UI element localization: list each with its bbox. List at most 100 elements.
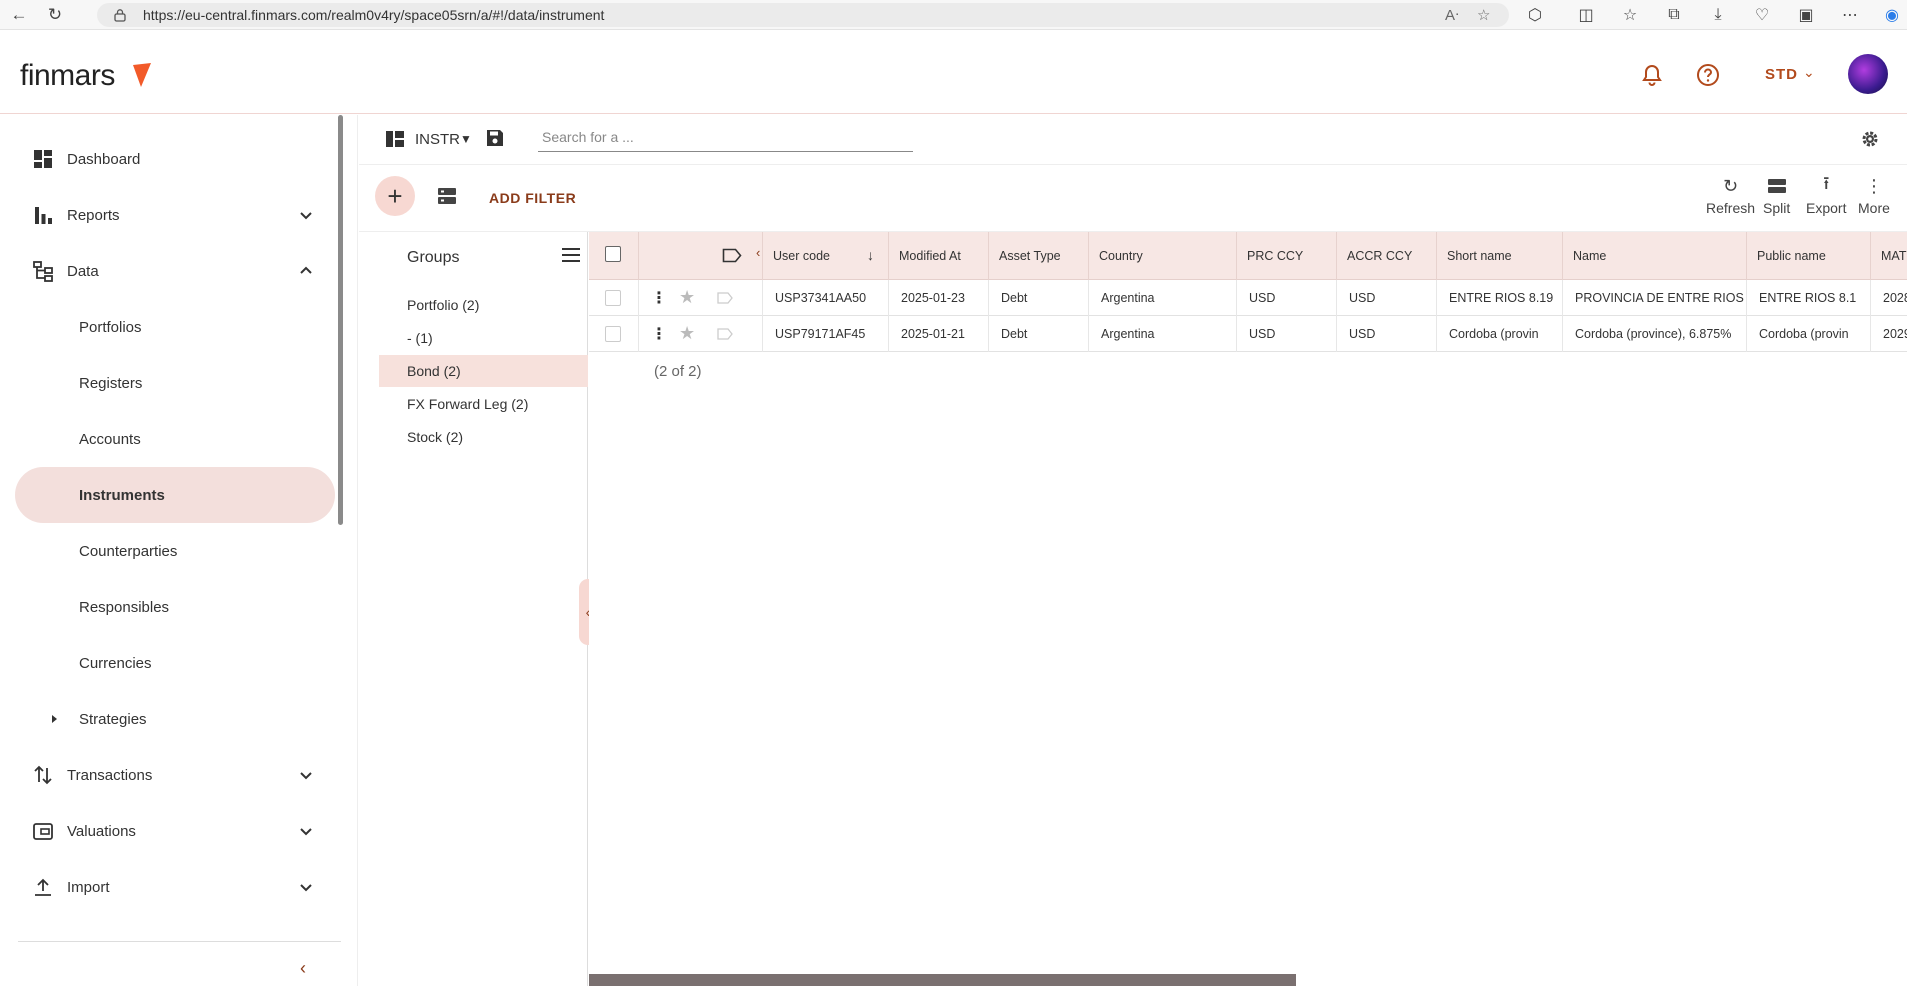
column-header-name[interactable]: Name	[1563, 232, 1747, 280]
chevron-up-icon[interactable]	[298, 263, 314, 279]
gear-icon[interactable]	[1860, 129, 1880, 149]
chevron-left-icon[interactable]: ‹	[756, 245, 760, 260]
browser-essentials-icon[interactable]: ▣	[1796, 5, 1816, 25]
group-item-none[interactable]: - (1)	[379, 322, 588, 354]
layout-icon[interactable]	[386, 131, 404, 147]
reload-icon[interactable]: ↻	[44, 4, 66, 26]
split-screen-icon[interactable]: ◫	[1576, 5, 1596, 25]
collections-icon[interactable]: ⧉	[1664, 5, 1684, 25]
column-header-mat[interactable]: MAT	[1871, 232, 1907, 280]
notifications-bell-icon[interactable]	[1639, 62, 1665, 88]
split-icon	[1767, 179, 1786, 193]
sidebar-item-strategies[interactable]: Strategies	[0, 691, 336, 747]
finmars-logo[interactable]: finmars	[20, 59, 115, 93]
group-item-stock[interactable]: Stock (2)	[379, 421, 588, 453]
column-header-country[interactable]: Country	[1089, 232, 1237, 280]
user-avatar[interactable]	[1848, 54, 1888, 94]
column-header-modified-at[interactable]: Modified At	[889, 232, 989, 280]
url-text[interactable]: https://eu-central.finmars.com/realm0v4r…	[143, 7, 604, 23]
column-header-accr-ccy[interactable]: ACCR CCY	[1337, 232, 1437, 280]
action-toolbar: + ADD FILTER ↻ Refresh Split ⭱ Export ⋮ …	[359, 166, 1907, 232]
export-button[interactable]: ⭱ Export	[1806, 173, 1846, 216]
sidebar-item-instruments[interactable]: Instruments	[15, 467, 335, 523]
workspace-selector[interactable]: STD	[1765, 66, 1798, 83]
row-checkbox[interactable]	[605, 326, 621, 342]
more-label: More	[1858, 200, 1890, 216]
column-header-asset-type[interactable]: Asset Type	[989, 232, 1089, 280]
sidebar-item-registers[interactable]: Registers	[0, 355, 336, 411]
row-checkbox[interactable]	[605, 290, 621, 306]
site-info-icon[interactable]	[113, 8, 127, 22]
sidebar-item-valuations[interactable]: Valuations	[0, 803, 336, 859]
downloads-icon[interactable]: ⤓	[1708, 5, 1728, 25]
save-icon[interactable]	[486, 129, 504, 147]
extensions-icon[interactable]: ⬡	[1525, 5, 1545, 25]
sidebar-item-label: Currencies	[79, 654, 152, 672]
sort-desc-icon[interactable]: ↓	[867, 247, 874, 263]
select-all-checkbox[interactable]	[605, 246, 621, 262]
split-button[interactable]: Split	[1763, 176, 1790, 216]
row-menu-icon[interactable]: ⋮	[651, 324, 667, 344]
favorite-star-icon[interactable]: ★	[679, 323, 695, 344]
copilot-icon[interactable]: ◉	[1882, 5, 1902, 25]
sidebar-item-portfolios[interactable]: Portfolios	[0, 299, 336, 355]
more-button[interactable]: ⋮ More	[1858, 176, 1890, 217]
cell-modified-at: 2025-01-21	[889, 316, 989, 352]
logo-mark-icon	[133, 63, 151, 87]
divider	[18, 941, 341, 942]
label-tag-icon[interactable]	[717, 328, 734, 340]
favorite-star-icon[interactable]: ★	[679, 287, 695, 308]
hamburger-menu-icon[interactable]	[561, 246, 581, 264]
label-tag-icon[interactable]	[722, 248, 742, 263]
row-menu-icon[interactable]: ⋮	[651, 288, 667, 308]
chevron-down-icon[interactable]: ⌄	[1803, 64, 1815, 81]
sidebar-item-responsibles[interactable]: Responsibles	[0, 579, 336, 635]
sidebar-item-currencies[interactable]: Currencies	[0, 635, 336, 691]
performance-icon[interactable]: ♡	[1752, 5, 1772, 25]
column-header-public-name[interactable]: Public name	[1747, 232, 1871, 280]
select-all-cell	[589, 232, 639, 280]
sidebar-item-dashboard[interactable]: Dashboard	[0, 131, 336, 187]
refresh-button[interactable]: ↻ Refresh	[1706, 176, 1755, 217]
sidebar-item-reports[interactable]: Reports	[0, 187, 336, 243]
caret-right-icon[interactable]	[49, 714, 59, 724]
favorites-icon[interactable]: ☆	[1620, 5, 1640, 25]
chevron-down-icon[interactable]	[298, 823, 314, 839]
favorite-star-icon[interactable]: ☆	[1477, 6, 1490, 24]
layout-name[interactable]: INSTR	[415, 131, 460, 148]
table-row[interactable]: ⋮ ★ USP79171AF45 2025-01-21 Debt Argenti…	[589, 316, 1907, 352]
sidebar-scrollbar[interactable]	[338, 115, 343, 525]
address-bar[interactable]: https://eu-central.finmars.com/realm0v4r…	[97, 3, 1509, 27]
chevron-down-icon[interactable]	[298, 207, 314, 223]
collapse-sidebar-icon[interactable]: ‹	[300, 958, 306, 979]
grouping-icon[interactable]	[437, 186, 457, 206]
chevron-down-icon[interactable]	[298, 767, 314, 783]
column-header-prc-ccy[interactable]: PRC CCY	[1237, 232, 1337, 280]
add-filter-button[interactable]: ADD FILTER	[489, 190, 576, 206]
group-item-bond[interactable]: Bond (2)	[379, 355, 588, 387]
column-header-user-code[interactable]: User code ↓	[763, 232, 889, 280]
group-item-portfolio[interactable]: Portfolio (2)	[379, 289, 588, 321]
back-icon[interactable]: ←	[8, 4, 30, 26]
browser-toolbar: ← ↻ https://eu-central.finmars.com/realm…	[0, 0, 1907, 30]
sidebar-item-import[interactable]: Import	[0, 859, 336, 915]
read-aloud-icon[interactable]: Aᐧ	[1445, 6, 1459, 24]
table-row[interactable]: ⋮ ★ USP37341AA50 2025-01-23 Debt Argenti…	[589, 280, 1907, 316]
sidebar-item-label: Import	[67, 878, 110, 896]
add-button[interactable]: +	[375, 176, 415, 216]
settings-more-icon[interactable]: ⋯	[1840, 5, 1860, 25]
sidebar-item-counterparties[interactable]: Counterparties	[0, 523, 336, 579]
sidebar-item-data[interactable]: Data	[0, 243, 336, 299]
horizontal-scrollbar[interactable]	[589, 974, 1296, 986]
chevron-down-icon[interactable]	[298, 879, 314, 895]
cell-accr-ccy: USD	[1337, 316, 1437, 352]
sidebar-item-label: Data	[67, 262, 99, 280]
column-header-short-name[interactable]: Short name	[1437, 232, 1563, 280]
sidebar-item-transactions[interactable]: Transactions	[0, 747, 336, 803]
help-icon[interactable]	[1695, 62, 1721, 88]
caret-down-icon[interactable]: ▼	[460, 132, 472, 146]
search-input[interactable]: Search for a ...	[538, 125, 913, 152]
group-item-fx-forward-leg[interactable]: FX Forward Leg (2)	[379, 388, 588, 420]
sidebar-item-accounts[interactable]: Accounts	[0, 411, 336, 467]
label-tag-icon[interactable]	[717, 292, 734, 304]
